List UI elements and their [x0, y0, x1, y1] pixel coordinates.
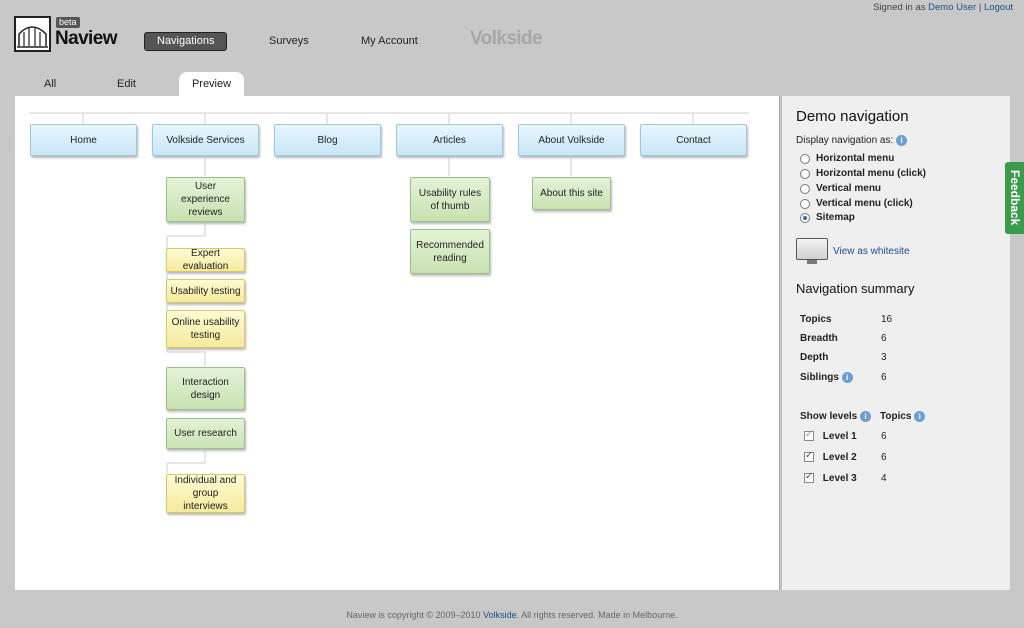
beta-badge: beta: [56, 17, 80, 28]
info-icon[interactable]: i: [896, 135, 908, 146]
feedback-tab[interactable]: Feedback: [1005, 162, 1024, 234]
nav-surveys[interactable]: Surveys: [269, 32, 309, 51]
display-label-text: Display navigation as:: [796, 135, 894, 147]
info-icon[interactable]: i: [860, 411, 872, 422]
stat-depth-value: 3: [881, 352, 887, 363]
checkbox-icon[interactable]: [804, 429, 814, 442]
nav-my-account[interactable]: My Account: [361, 32, 418, 51]
level-3-label: Level 3: [822, 473, 857, 484]
info-icon[interactable]: i: [914, 411, 926, 422]
app-name: Naview: [55, 28, 117, 49]
option-vertical-menu-click[interactable]: Vertical menu (click): [800, 198, 913, 209]
show-levels-label: Show levels: [800, 411, 858, 423]
option-sitemap[interactable]: Sitemap: [800, 212, 855, 223]
node-usability-rules[interactable]: Usability rules of thumb: [410, 177, 490, 222]
level-1-label: Level 1: [822, 431, 857, 442]
node-articles[interactable]: Articles: [396, 124, 503, 156]
node-home[interactable]: Home: [30, 124, 137, 156]
volkside-brand: Volkside: [470, 28, 543, 49]
level-1-count: 6: [881, 431, 887, 442]
node-expert-evaluation[interactable]: Expert evaluation: [166, 248, 245, 272]
node-online-usability-testing[interactable]: Online usability testing: [166, 310, 245, 348]
footer-volkside-link[interactable]: Volkside: [483, 610, 517, 620]
node-blog[interactable]: Blog: [274, 124, 381, 156]
topics-header: Topics i: [880, 411, 926, 423]
sitemap-connectors: [29, 112, 749, 473]
node-group-interviews[interactable]: Individual and group interviews: [166, 474, 245, 513]
footer-rest: . All rights reserved. Made in Melbourne…: [516, 610, 678, 620]
checkbox-icon[interactable]: [804, 471, 814, 484]
side-panel: Demo navigation Display navigation as: i…: [781, 96, 1010, 590]
info-icon[interactable]: i: [841, 372, 853, 383]
display-label: Display navigation as: i: [796, 135, 908, 147]
sitemap-panel: Home Volkside Services Blog Articles Abo…: [15, 96, 780, 590]
option-horizontal-menu[interactable]: Horizontal menu: [800, 153, 894, 164]
building-icon: [14, 16, 51, 52]
side-title: Demo navigation: [796, 108, 909, 125]
option-label: Vertical menu: [816, 183, 882, 194]
level-3-count: 4: [881, 473, 887, 484]
footer: Naview is copyright © 2009–2010 Volkside…: [0, 610, 1024, 620]
tab-all[interactable]: All: [44, 78, 56, 90]
node-about-this-site[interactable]: About this site: [532, 177, 611, 210]
stat-topics-label: Topics: [800, 314, 832, 325]
topics-header-label: Topics: [880, 411, 912, 423]
stat-siblings-row: Siblings i: [800, 372, 853, 383]
node-about-volkside[interactable]: About Volkside: [518, 124, 625, 156]
level-2-row[interactable]: Level 2: [804, 450, 857, 463]
option-label: Vertical menu (click): [816, 198, 913, 209]
naview-logo[interactable]: beta Naview: [14, 14, 124, 54]
stat-breadth-value: 6: [881, 333, 887, 344]
radio-icon[interactable]: [800, 183, 810, 194]
footer-copyright: Naview is copyright © 2009–2010: [346, 610, 481, 620]
node-volkside-services[interactable]: Volkside Services: [152, 124, 259, 156]
show-levels-header: Show levels i: [800, 411, 872, 423]
node-ux-reviews[interactable]: User experience reviews: [166, 177, 245, 222]
option-horizontal-menu-click[interactable]: Horizontal menu (click): [800, 168, 926, 179]
logout-link[interactable]: Logout: [984, 2, 1013, 13]
option-label: Horizontal menu (click): [816, 168, 927, 179]
stat-topics-value: 16: [881, 314, 893, 325]
option-label: Sitemap: [816, 212, 855, 223]
radio-icon[interactable]: [800, 198, 810, 209]
node-recommended-reading[interactable]: Recommended reading: [410, 229, 490, 274]
signin-bar: Signed in as Demo User | Logout: [873, 2, 1013, 13]
option-vertical-menu[interactable]: Vertical menu: [800, 183, 881, 194]
level-3-row[interactable]: Level 3: [804, 471, 857, 484]
radio-icon[interactable]: [800, 153, 810, 164]
monitor-icon: [796, 238, 828, 266]
checkbox-icon[interactable]: [804, 450, 814, 463]
node-interaction-design[interactable]: Interaction design: [166, 367, 245, 410]
stat-siblings-value: 6: [881, 372, 887, 383]
level-1-row[interactable]: Level 1: [804, 429, 857, 442]
user-name-link[interactable]: Demo User: [928, 2, 976, 13]
summary-title: Navigation summary: [796, 281, 915, 296]
stat-depth-label: Depth: [800, 352, 829, 363]
nav-navigations[interactable]: Navigations: [144, 32, 228, 51]
tab-edit[interactable]: Edit: [117, 78, 136, 90]
level-2-count: 6: [881, 452, 887, 463]
option-label: Horizontal menu: [816, 153, 895, 164]
radio-icon[interactable]: [800, 168, 810, 179]
level-2-label: Level 2: [822, 452, 857, 463]
view-whitesite-link[interactable]: View as whitesite: [833, 246, 910, 257]
node-contact[interactable]: Contact: [640, 124, 747, 156]
signin-separator: |: [978, 2, 982, 13]
tab-preview[interactable]: Preview: [179, 72, 244, 98]
stat-breadth-label: Breadth: [800, 333, 838, 344]
stat-siblings-label: Siblings: [800, 372, 839, 384]
signin-prefix: Signed in as: [873, 2, 926, 13]
radio-selected-icon[interactable]: [800, 212, 810, 223]
node-usability-testing[interactable]: Usability testing: [166, 279, 245, 303]
node-user-research[interactable]: User research: [166, 418, 245, 449]
